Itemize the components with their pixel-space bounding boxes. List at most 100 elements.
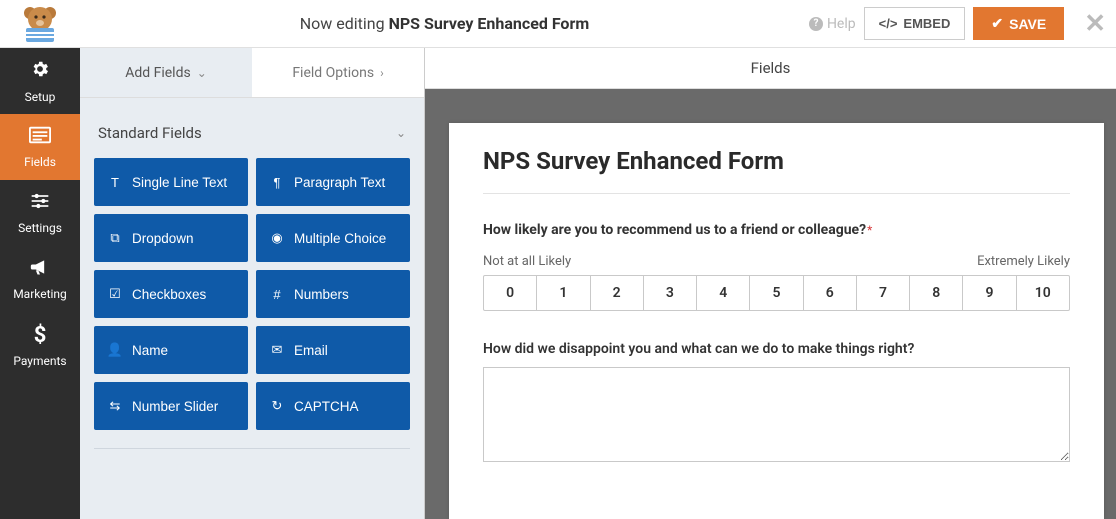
section-title: Standard Fields [98, 124, 202, 142]
question-feedback[interactable]: How did we disappoint you and what can w… [483, 341, 1070, 466]
field-label: Name [132, 343, 168, 358]
nps-2[interactable]: 2 [591, 276, 644, 310]
question-nps[interactable]: How likely are you to recommend us to a … [483, 222, 1070, 311]
field-grid: T Single Line Text ¶ Paragraph Text ⧉ Dropd… [94, 158, 410, 430]
nps-5[interactable]: 5 [750, 276, 803, 310]
top-bar: Now editing NPS Survey Enhanced Form ? H… [0, 0, 1116, 48]
fields-panel: Add Fields ⌄ Field Options › Standard Fi… [80, 48, 425, 519]
paragraph-icon: ¶ [270, 175, 284, 190]
hash-icon: # [270, 287, 284, 302]
form-divider [483, 193, 1070, 194]
field-dropdown[interactable]: ⧉ Dropdown [94, 214, 248, 262]
bullhorn-icon [30, 258, 50, 281]
nps-8[interactable]: 8 [910, 276, 963, 310]
save-button[interactable]: ✔ SAVE [973, 7, 1064, 40]
title-prefix: Now editing [300, 14, 385, 33]
panel-body: Standard Fields ⌄ T Single Line Text ¶ Par… [80, 98, 424, 519]
nav-label: Setup [25, 90, 56, 104]
field-number-slider[interactable]: ⇆ Number Slider [94, 382, 248, 430]
nps-10[interactable]: 10 [1017, 276, 1069, 310]
form-card: NPS Survey Enhanced Form How likely are … [449, 123, 1104, 519]
checkbox-icon: ☑ [108, 286, 122, 302]
main-area: Setup Fields Settings Marketing $ Paymen… [0, 48, 1116, 519]
nps-3[interactable]: 3 [644, 276, 697, 310]
feedback-textarea[interactable] [483, 367, 1070, 462]
nav-fields[interactable]: Fields [0, 114, 80, 180]
help-icon: ? [809, 17, 823, 31]
field-label: Email [294, 343, 328, 358]
tab-label: Add Fields [125, 65, 191, 81]
nps-1[interactable]: 1 [537, 276, 590, 310]
nav-settings[interactable]: Settings [0, 180, 80, 246]
refresh-icon: ↻ [270, 398, 284, 414]
field-label: Dropdown [132, 231, 194, 246]
field-label: Checkboxes [132, 287, 206, 302]
panel-tabs: Add Fields ⌄ Field Options › [80, 48, 424, 98]
nps-6[interactable]: 6 [804, 276, 857, 310]
left-nav: Setup Fields Settings Marketing $ Paymen… [0, 48, 80, 519]
field-multiple-choice[interactable]: ◉ Multiple Choice [256, 214, 410, 262]
form-name: NPS Survey Enhanced Form [389, 14, 590, 33]
field-name[interactable]: 👤 Name [94, 326, 248, 374]
nps-scale: 0 1 2 3 4 5 6 7 8 9 10 [483, 275, 1070, 311]
nps-0[interactable]: 0 [484, 276, 537, 310]
scale-low: Not at all Likely [483, 254, 571, 269]
field-label: Paragraph Text [294, 175, 385, 190]
nav-label: Marketing [13, 287, 67, 301]
close-icon[interactable]: ✕ [1074, 9, 1116, 39]
required-asterisk: * [867, 223, 872, 237]
nav-label: Fields [24, 155, 56, 169]
user-icon: 👤 [108, 342, 122, 358]
section-standard-fields[interactable]: Standard Fields ⌄ [94, 116, 410, 158]
field-label: Number Slider [132, 399, 218, 414]
bear-logo-icon [16, 4, 64, 44]
field-label: Single Line Text [132, 175, 227, 190]
text-icon: T [108, 175, 122, 190]
field-checkboxes[interactable]: ☑ Checkboxes [94, 270, 248, 318]
nav-setup[interactable]: Setup [0, 48, 80, 114]
field-label: Multiple Choice [294, 231, 386, 246]
nav-label: Settings [18, 221, 62, 235]
code-icon: </> [879, 16, 898, 31]
editing-title: Now editing NPS Survey Enhanced Form [80, 14, 809, 33]
form-title: NPS Survey Enhanced Form [483, 147, 1070, 193]
nps-7[interactable]: 7 [857, 276, 910, 310]
canvas-inner: NPS Survey Enhanced Form How likely are … [425, 89, 1116, 519]
chevron-right-icon: › [380, 66, 384, 80]
save-label: SAVE [1009, 16, 1046, 32]
embed-label: EMBED [903, 16, 950, 31]
field-label: Numbers [294, 287, 349, 302]
gear-icon [30, 59, 50, 84]
help-label: Help [827, 16, 856, 32]
embed-button[interactable]: </> EMBED [864, 7, 966, 40]
sliders-icon [30, 192, 50, 215]
field-single-line-text[interactable]: T Single Line Text [94, 158, 248, 206]
app-logo [0, 4, 80, 44]
scale-labels: Not at all Likely Extremely Likely [483, 254, 1070, 269]
radio-icon: ◉ [270, 230, 284, 246]
field-captcha[interactable]: ↻CAPTCHA [256, 382, 410, 430]
tab-field-options[interactable]: Field Options › [252, 48, 424, 97]
q2-label: How did we disappoint you and what can w… [483, 341, 1070, 357]
nps-4[interactable]: 4 [697, 276, 750, 310]
dropdown-icon: ⧉ [108, 230, 122, 246]
help-link[interactable]: ? Help [809, 16, 856, 32]
nps-9[interactable]: 9 [963, 276, 1016, 310]
scale-high: Extremely Likely [977, 254, 1070, 269]
list-icon [29, 126, 51, 149]
field-numbers[interactable]: # Numbers [256, 270, 410, 318]
chevron-down-icon: ⌄ [396, 126, 406, 140]
canvas: Fields NPS Survey Enhanced Form How like… [425, 48, 1116, 519]
top-actions: ? Help </> EMBED ✔ SAVE [809, 7, 1074, 40]
tab-add-fields[interactable]: Add Fields ⌄ [80, 48, 252, 97]
slider-icon: ⇆ [108, 398, 122, 414]
dollar-icon: $ [34, 323, 47, 348]
chevron-down-icon: ⌄ [197, 66, 207, 80]
tab-label: Field Options [292, 65, 374, 81]
nav-payments[interactable]: $ Payments [0, 312, 80, 378]
field-paragraph-text[interactable]: ¶ Paragraph Text [256, 158, 410, 206]
check-icon: ✔ [991, 15, 1003, 32]
field-email[interactable]: ✉ Email [256, 326, 410, 374]
nav-marketing[interactable]: Marketing [0, 246, 80, 312]
envelope-icon: ✉ [270, 342, 284, 358]
